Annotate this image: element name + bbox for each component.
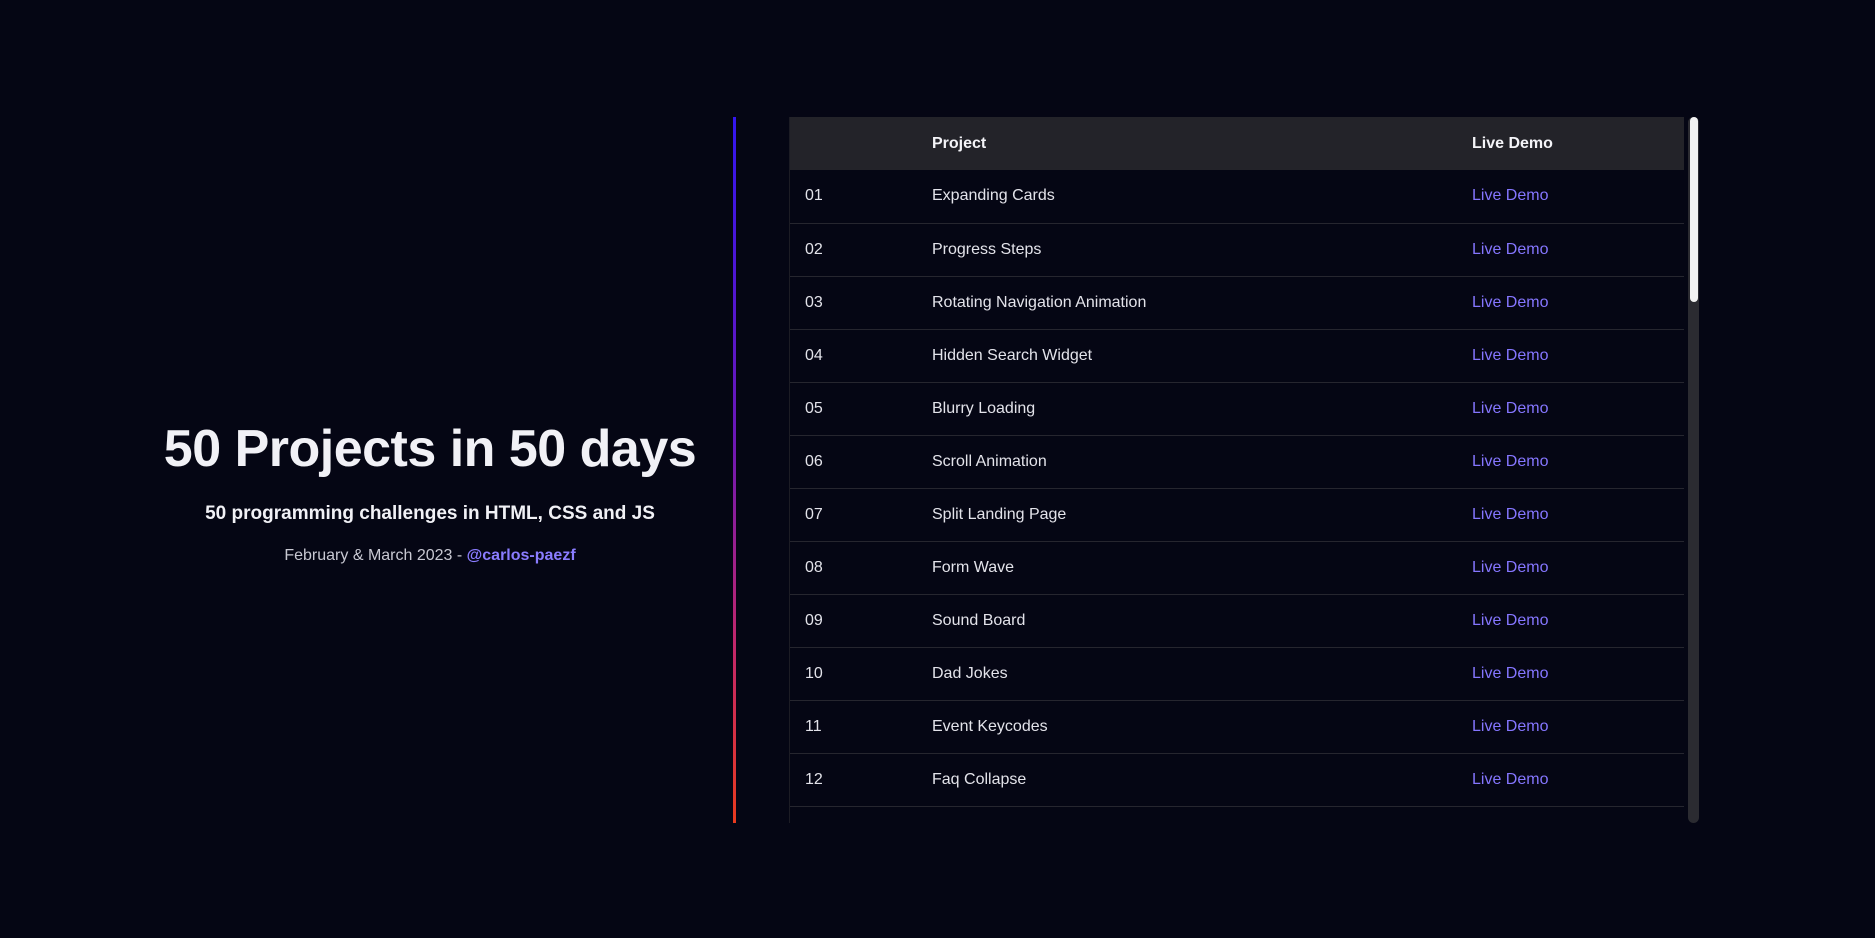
projects-table-container: Project Live Demo 01 Expanding Cards Live … [789,117,1684,823]
row-project-name: Form Wave [932,558,1015,576]
row-demo-cell: Live Demo [1472,276,1684,329]
table-row: 01 Expanding Cards Live Demo [789,170,1684,223]
row-project-name: Sound Board [932,611,1026,629]
row-number: 12 [805,770,823,788]
table-row [789,806,1684,823]
row-project-name: Rotating Navigation Animation [932,293,1147,311]
intro-section: 50 Projects in 50 days 50 programming ch… [130,418,730,566]
row-number: 11 [805,717,822,735]
live-demo-link[interactable]: Live Demo [1472,506,1548,523]
row-project-name: Hidden Search Widget [932,346,1093,364]
row-number: 08 [805,558,823,576]
row-number: 04 [805,346,823,364]
row-project-name: Blurry Loading [932,399,1036,417]
row-demo-cell: Live Demo [1472,329,1684,382]
row-demo-cell: Live Demo [1472,753,1684,806]
row-demo-cell: Live Demo [1472,435,1684,488]
live-demo-link[interactable]: Live Demo [1472,718,1548,735]
row-number: 09 [805,611,823,629]
page-subtitle: 50 programming challenges in HTML, CSS a… [205,503,655,524]
row-project-name: Event Keycodes [932,717,1048,735]
page: 50 Projects in 50 days 50 programming ch… [0,0,1875,938]
row-demo-cell: Live Demo [1472,647,1684,700]
live-demo-link[interactable]: Live Demo [1472,665,1548,682]
row-number: 06 [805,452,823,470]
byline-date: February & March 2023 - [284,547,463,564]
table-row: 11 Event Keycodes Live Demo [789,700,1684,753]
live-demo-link[interactable]: Live Demo [1472,294,1548,311]
row-demo-cell: Live Demo [1472,170,1684,223]
table-header-row: Project Live Demo [789,117,1684,170]
table-header: Project Live Demo [789,117,1684,170]
row-number: 05 [805,399,823,417]
author-link[interactable]: @carlos-paezf [467,547,576,564]
row-number: 01 [805,187,823,205]
header-project: Project [932,134,987,152]
row-number: 10 [805,664,823,682]
live-demo-link[interactable]: Live Demo [1472,612,1548,629]
live-demo-link[interactable]: Live Demo [1472,453,1548,470]
live-demo-link[interactable]: Live Demo [1472,347,1548,364]
row-demo-cell: Live Demo [1472,382,1684,435]
row-number: 02 [805,240,823,258]
row-number: 03 [805,293,823,311]
row-project-name: Progress Steps [932,240,1042,258]
table-row: 05 Blurry Loading Live Demo [789,382,1684,435]
live-demo-link[interactable]: Live Demo [1472,187,1548,204]
table-row: 06 Scroll Animation Live Demo [789,435,1684,488]
table-row: 09 Sound Board Live Demo [789,594,1684,647]
row-number [789,806,932,823]
gradient-divider [733,117,736,823]
table-row: 03 Rotating Navigation Animation Live Demo [789,276,1684,329]
header-live-demo: Live Demo [1472,134,1553,152]
row-demo-cell: Live Demo [1472,488,1684,541]
table-row: 10 Dad Jokes Live Demo [789,647,1684,700]
table-row: 04 Hidden Search Widget Live Demo [789,329,1684,382]
row-project-name: Expanding Cards [932,187,1055,205]
byline: February & March 2023 - @carlos-paezf [130,546,730,566]
row-demo-cell: Live Demo [1472,700,1684,753]
projects-table: Project Live Demo 01 Expanding Cards Live … [789,117,1684,823]
row-project-name: Split Landing Page [932,505,1067,523]
row-project-name: Faq Collapse [932,770,1027,788]
row-project-name: Scroll Animation [932,452,1047,470]
row-demo-cell: Live Demo [1472,541,1684,594]
table-row: 07 Split Landing Page Live Demo [789,488,1684,541]
live-demo-link[interactable]: Live Demo [1472,400,1548,417]
header-number [789,117,932,170]
row-demo-cell: Live Demo [1472,223,1684,276]
live-demo-link[interactable]: Live Demo [1472,241,1548,258]
table-row: 02 Progress Steps Live Demo [789,223,1684,276]
page-title: 50 Projects in 50 days [163,420,697,478]
table-body: 01 Expanding Cards Live Demo 02 Progress Ste… [789,170,1684,823]
row-demo-cell: Live Demo [1472,594,1684,647]
row-demo-cell [1472,806,1684,823]
live-demo-link[interactable]: Live Demo [1472,559,1548,576]
row-number: 07 [805,505,823,523]
row-project-name [932,806,1472,823]
scrollbar-thumb[interactable] [1690,117,1698,302]
row-project-name: Dad Jokes [932,664,1008,682]
table-row: 12 Faq Collapse Live Demo [789,753,1684,806]
live-demo-link[interactable]: Live Demo [1472,771,1548,788]
table-row: 08 Form Wave Live Demo [789,541,1684,594]
